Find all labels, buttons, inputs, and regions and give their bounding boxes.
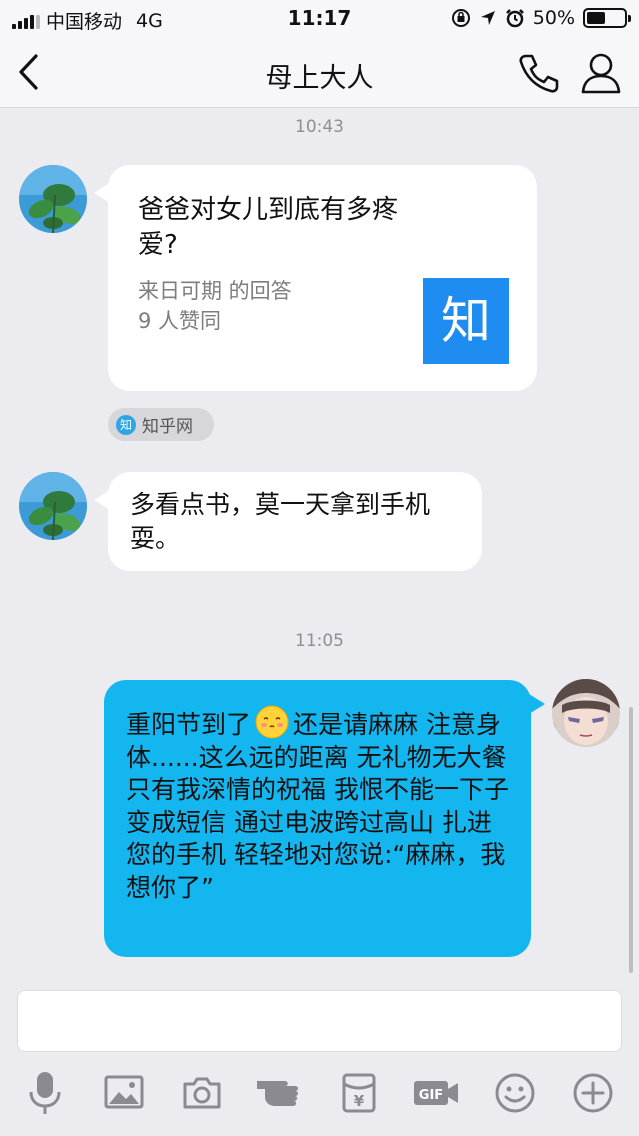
orientation-lock-icon bbox=[451, 9, 470, 27]
location-icon bbox=[480, 11, 495, 25]
plant-avatar-image bbox=[19, 165, 87, 233]
red-packet-button[interactable]: ¥ bbox=[334, 1068, 384, 1118]
gif-label: GIF bbox=[419, 1088, 443, 1103]
alarm-icon bbox=[505, 9, 524, 28]
shy-face-emoji-icon bbox=[255, 705, 289, 739]
user-avatar[interactable] bbox=[552, 679, 620, 747]
camera-button[interactable] bbox=[177, 1068, 227, 1118]
poke-button[interactable] bbox=[255, 1068, 305, 1118]
message-text: 多看点书，莫一天拿到手机耍。 bbox=[130, 490, 431, 553]
plant-avatar-image bbox=[19, 472, 87, 540]
link-card-bubble[interactable]: 爸爸对女儿到底有多疼爱? 来日可期 的回答 9 人赞同 知 bbox=[94, 165, 537, 391]
camera-icon bbox=[183, 1077, 221, 1109]
scrollbar[interactable] bbox=[629, 707, 633, 973]
received-message-bubble[interactable]: 多看点书，莫一天拿到手机耍。 bbox=[94, 472, 482, 571]
battery-percent: 50% bbox=[532, 7, 575, 29]
timestamp: 11:05 bbox=[295, 631, 344, 651]
zhihu-logo: 知 bbox=[423, 278, 509, 364]
sent-message-bubble[interactable]: 重阳节到了 还是请麻麻 注意身体......这么远的距离 无礼物无大餐 只有我深情… bbox=[104, 680, 545, 957]
card-likes: 9 人赞同 bbox=[138, 309, 222, 333]
zhihu-source-icon: 知 bbox=[116, 414, 136, 435]
source-tag[interactable]: 知 知乎网 bbox=[108, 408, 214, 441]
message-text: 重阳节到了 还是请麻麻 注意身体......这么远的距离 无礼物无大餐 只有我深情… bbox=[126, 705, 511, 904]
card-title: 爸爸对女儿到底有多疼爱? bbox=[138, 195, 399, 260]
card-author: 来日可期 的回答 bbox=[138, 279, 292, 303]
contact-avatar[interactable] bbox=[19, 472, 87, 540]
battery-level bbox=[587, 12, 605, 24]
red-packet-symbol: ¥ bbox=[354, 1092, 365, 1110]
status-right: 50% bbox=[451, 7, 631, 29]
red-packet-icon: ¥ bbox=[342, 1073, 376, 1113]
input-toolbar: ¥ GIF bbox=[0, 1068, 639, 1118]
mic-icon bbox=[29, 1072, 61, 1114]
add-icon bbox=[573, 1073, 613, 1113]
bubble-tail bbox=[529, 694, 545, 714]
message-input[interactable] bbox=[17, 990, 622, 1052]
battery-icon bbox=[583, 8, 631, 28]
input-area: ¥ GIF bbox=[0, 978, 639, 1136]
bubble-tail bbox=[94, 490, 110, 510]
bubble-tail bbox=[94, 183, 110, 203]
more-button[interactable] bbox=[568, 1068, 618, 1118]
image-icon bbox=[104, 1075, 144, 1109]
emoji-button[interactable] bbox=[490, 1068, 540, 1118]
message-text-part1: 重阳节到了 bbox=[126, 710, 252, 739]
mic-button[interactable] bbox=[20, 1068, 70, 1118]
contact-profile-icon[interactable] bbox=[579, 50, 623, 96]
emoji-icon bbox=[495, 1073, 535, 1113]
chat-header: 母上大人 bbox=[0, 36, 639, 108]
photo-album-button[interactable] bbox=[99, 1068, 149, 1118]
gif-button[interactable]: GIF bbox=[411, 1068, 461, 1118]
anime-avatar-image bbox=[552, 679, 620, 747]
poke-icon bbox=[257, 1081, 298, 1106]
status-bar: 中国移动 4G 11:17 50% bbox=[0, 0, 639, 36]
phone-call-icon[interactable] bbox=[516, 50, 562, 96]
gif-icon: GIF bbox=[414, 1081, 458, 1105]
source-label: 知乎网 bbox=[142, 417, 193, 437]
contact-avatar[interactable] bbox=[19, 165, 87, 233]
timestamp: 10:43 bbox=[295, 117, 344, 137]
